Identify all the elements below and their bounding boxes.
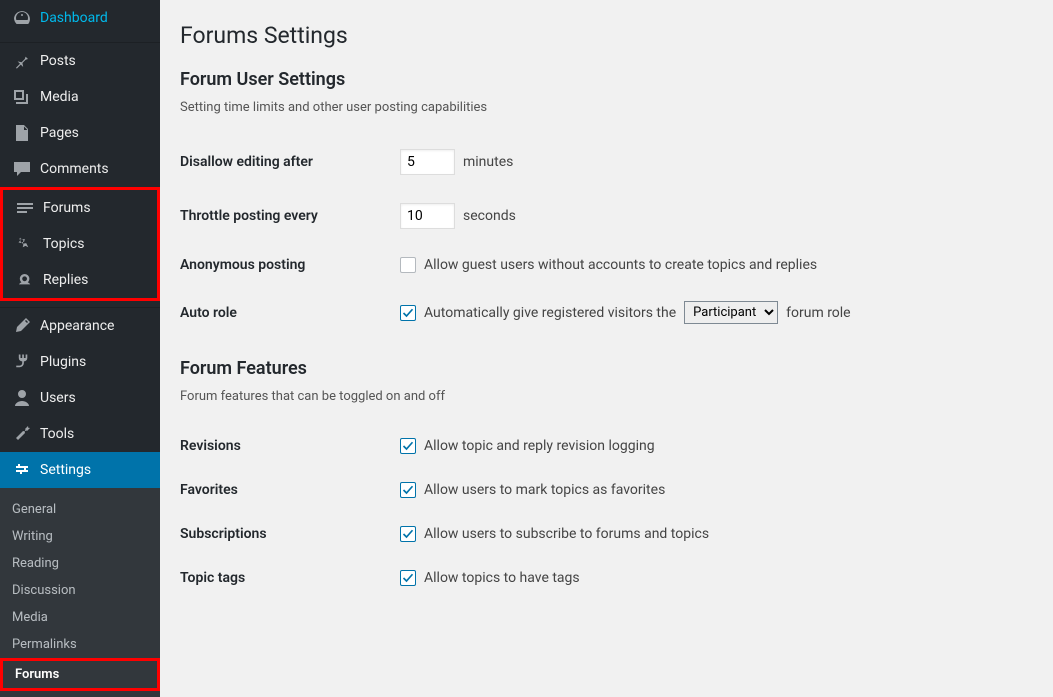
label-disallow-editing: Disallow editing after [180,154,400,170]
sidebar-item-label: Comments [40,161,109,177]
sidebar-item-comments[interactable]: Comments [0,151,160,187]
select-auto-role[interactable]: Participant [684,301,778,324]
row-auto-role: Auto role Automatically give registered … [180,287,1033,338]
checkbox-auto-role[interactable] [400,305,416,321]
checkbox-favorites[interactable] [400,482,416,498]
input-throttle-seconds[interactable] [400,203,455,229]
sidebar-item-appearance[interactable]: Appearance [0,308,160,344]
text-favorites: Allow users to mark topics as favorites [424,482,665,498]
sidebar-item-tools[interactable]: Tools [0,416,160,452]
text-revisions: Allow topic and reply revision logging [424,438,655,454]
highlight-box-forums-submenu: Forums [0,658,160,691]
row-anonymous-posting: Anonymous posting Allow guest users with… [180,243,1033,287]
page-icon [12,123,32,143]
sidebar-item-settings[interactable]: Settings [0,452,160,488]
admin-sidebar: Dashboard Posts Media Pages Comments For… [0,0,160,697]
input-disallow-editing-minutes[interactable] [400,149,455,175]
row-favorites: Favorites Allow users to mark topics as … [180,468,1033,512]
sidebar-item-label: Settings [40,462,91,478]
forum-icon [15,198,35,218]
label-throttle-posting: Throttle posting every [180,208,400,224]
checkbox-revisions[interactable] [400,438,416,454]
sidebar-item-label: Tools [40,426,74,442]
row-throttle-posting: Throttle posting every seconds [180,189,1033,243]
user-icon [12,388,32,408]
checkbox-anonymous-posting[interactable] [400,257,416,273]
row-revisions: Revisions Allow topic and reply revision… [180,424,1033,468]
text-auto-role-before: Automatically give registered visitors t… [424,305,676,321]
checkbox-topic-tags[interactable] [400,570,416,586]
highlight-box-forums-group: Forums Topics Replies [0,187,160,301]
checkbox-subscriptions[interactable] [400,526,416,542]
submenu-item-media[interactable]: Media [0,604,160,631]
sidebar-item-replies[interactable]: Replies [3,262,157,298]
submenu-item-permalinks[interactable]: Permalinks [0,631,160,658]
appearance-icon [12,316,32,336]
unit-minutes: minutes [463,154,513,170]
label-anonymous-posting: Anonymous posting [180,257,400,273]
sidebar-item-label: Topics [43,236,84,252]
tool-icon [12,424,32,444]
main-content: Forums Settings Forum User Settings Sett… [160,0,1053,697]
submenu-item-general[interactable]: General [0,496,160,523]
section-desc-user-settings: Setting time limits and other user posti… [180,100,1033,115]
page-title: Forums Settings [180,22,1033,49]
text-subscriptions: Allow users to subscribe to forums and t… [424,526,709,542]
media-icon [12,87,32,107]
dashboard-icon [12,8,32,28]
submenu-item-reading[interactable]: Reading [0,550,160,577]
row-topic-tags: Topic tags Allow topics to have tags [180,556,1033,600]
sidebar-item-pages[interactable]: Pages [0,115,160,151]
text-topic-tags: Allow topics to have tags [424,570,580,586]
label-revisions: Revisions [180,438,400,454]
pin-icon [12,51,32,71]
app-root: Dashboard Posts Media Pages Comments For… [0,0,1053,697]
section-heading-user-settings: Forum User Settings [180,69,1033,90]
sidebar-item-label: Replies [43,272,88,288]
sidebar-item-users[interactable]: Users [0,380,160,416]
section-desc-features: Forum features that can be toggled on an… [180,389,1033,404]
row-subscriptions: Subscriptions Allow users to subscribe t… [180,512,1033,556]
label-topic-tags: Topic tags [180,570,400,586]
sidebar-item-plugins[interactable]: Plugins [0,344,160,380]
section-heading-features: Forum Features [180,358,1033,379]
label-favorites: Favorites [180,482,400,498]
topic-icon [15,234,35,254]
sidebar-item-label: Appearance [40,318,114,334]
sidebar-item-label: Forums [43,200,91,216]
sidebar-item-label: Plugins [40,354,86,370]
sidebar-item-label: Pages [40,125,79,141]
sidebar-item-label: Media [40,89,79,105]
sidebar-item-label: Dashboard [40,10,108,26]
comment-icon [12,159,32,179]
sidebar-item-forums[interactable]: Forums [3,190,157,226]
submenu-item-discussion[interactable]: Discussion [0,577,160,604]
label-auto-role: Auto role [180,305,400,321]
submenu-item-forums[interactable]: Forums [3,661,157,688]
sidebar-item-topics[interactable]: Topics [3,226,157,262]
submenu-item-writing[interactable]: Writing [0,523,160,550]
sidebar-item-label: Users [40,390,76,406]
sidebar-item-media[interactable]: Media [0,79,160,115]
plugin-icon [12,352,32,372]
sidebar-item-label: Posts [40,53,76,69]
label-subscriptions: Subscriptions [180,526,400,542]
text-auto-role-after: forum role [786,305,850,321]
reply-icon [15,270,35,290]
settings-icon [12,460,32,480]
settings-submenu: General Writing Reading Discussion Media… [0,488,160,697]
row-disallow-editing: Disallow editing after minutes [180,135,1033,189]
unit-seconds: seconds [463,208,516,224]
text-anonymous-posting: Allow guest users without accounts to cr… [424,257,817,273]
sidebar-item-dashboard[interactable]: Dashboard [0,0,160,36]
sidebar-item-posts[interactable]: Posts [0,43,160,79]
